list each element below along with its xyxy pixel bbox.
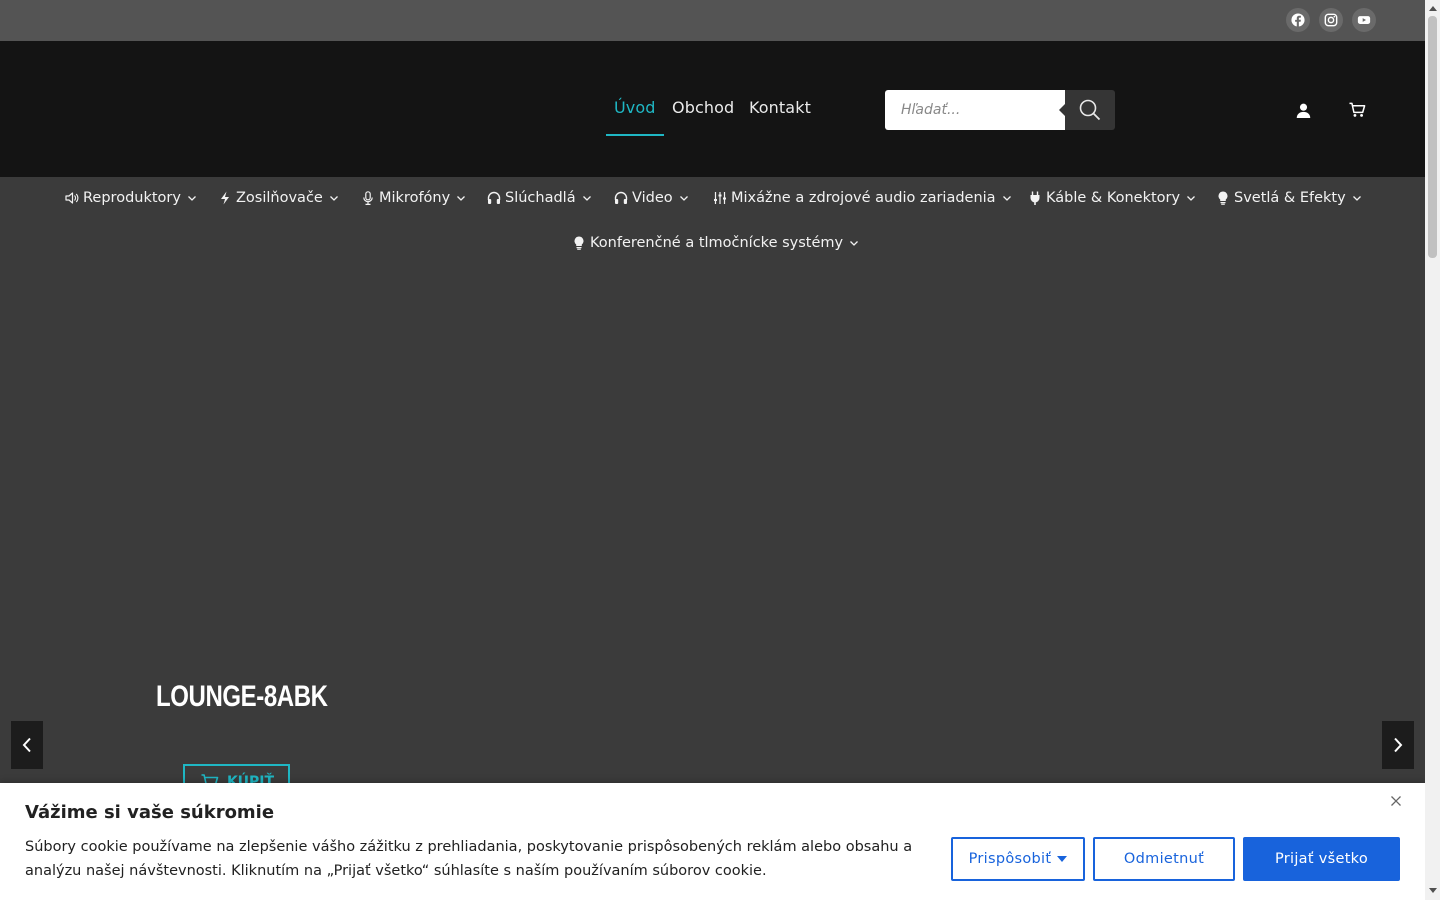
hero-title: LOUNGE-8ABK [156, 680, 328, 713]
category-nav: Reproduktory Zosilňovače Mikrofóny Slúch… [0, 177, 1425, 267]
category-label: Mixážne a zdrojové audio zariadenia [731, 190, 996, 206]
search-icon [1079, 99, 1101, 121]
category-headphones[interactable]: Slúchadlá [487, 190, 592, 206]
category-label: Svetlá & Efekty [1234, 190, 1346, 206]
scroll-up-icon[interactable] [1428, 3, 1437, 13]
microphone-icon [361, 191, 375, 205]
user-icon[interactable] [1293, 100, 1313, 120]
category-label: Reproduktory [83, 190, 181, 206]
slider-next-button[interactable] [1382, 721, 1414, 769]
headphones-icon [487, 191, 501, 205]
facebook-icon[interactable] [1286, 8, 1310, 32]
headphones-icon [614, 191, 628, 205]
bolt-icon [218, 191, 232, 205]
caret-down-icon [1057, 856, 1068, 862]
category-video[interactable]: Video [614, 190, 689, 206]
scroll-down-icon[interactable] [1428, 886, 1437, 896]
chevron-down-icon [1352, 193, 1362, 203]
nav-home[interactable]: Úvod [614, 98, 656, 117]
category-mixers[interactable]: Mixážne a zdrojové audio zariadenia [713, 190, 1012, 206]
customize-button[interactable]: Prispôsobiť [951, 837, 1085, 881]
category-speakers[interactable]: Reproduktory [65, 190, 197, 206]
category-label: Video [632, 190, 673, 206]
chevron-right-icon [1394, 737, 1403, 753]
chevron-down-icon [456, 193, 466, 203]
plug-icon [1028, 191, 1042, 205]
reject-button[interactable]: Odmietnuť [1093, 837, 1235, 881]
cookie-text: Súbory cookie používame na zlepšenie váš… [25, 839, 913, 879]
lightbulb-icon [572, 236, 586, 250]
cookie-title: Vážime si vaše súkromie [25, 802, 275, 823]
active-nav-underline [606, 134, 664, 136]
nav-shop[interactable]: Obchod [672, 98, 734, 117]
speaker-icon [65, 191, 79, 205]
sliders-icon [713, 191, 727, 205]
chevron-down-icon [329, 193, 339, 203]
search-button[interactable] [1059, 90, 1115, 130]
chevron-down-icon [187, 193, 197, 203]
slider-prev-button[interactable] [11, 721, 43, 769]
category-label: Káble & Konektory [1046, 190, 1181, 206]
lightbulb-icon [1216, 191, 1230, 205]
youtube-icon[interactable] [1352, 8, 1376, 32]
chevron-down-icon [849, 238, 859, 248]
category-label: Konferenčné a tlmočnícke systémy [590, 235, 844, 251]
page-scrollbar[interactable] [1425, 0, 1440, 900]
top-bar [0, 0, 1425, 41]
accept-all-button[interactable]: Prijať všetko [1243, 837, 1400, 881]
category-cables[interactable]: Káble & Konektory [1028, 190, 1196, 206]
category-lights[interactable]: Svetlá & Efekty [1216, 190, 1362, 206]
category-amplifiers[interactable]: Zosilňovače [218, 190, 339, 206]
cookie-banner: Vážime si vaše súkromie Súbory cookie po… [0, 783, 1425, 900]
instagram-icon[interactable] [1319, 8, 1343, 32]
search-input[interactable] [885, 90, 1065, 130]
scroll-thumb[interactable] [1428, 16, 1437, 258]
category-label: Slúchadlá [505, 190, 576, 206]
close-icon[interactable] [1389, 793, 1403, 807]
category-conference[interactable]: Konferenčné a tlmočnícke systémy [572, 235, 859, 251]
chevron-left-icon [22, 737, 31, 753]
chevron-down-icon [582, 193, 592, 203]
cart-icon[interactable] [1347, 100, 1367, 120]
category-label: Mikrofóny [379, 190, 451, 206]
search-form [885, 90, 1115, 130]
chevron-down-icon [1002, 193, 1012, 203]
chevron-down-icon [679, 193, 689, 203]
category-label: Zosilňovače [236, 190, 323, 206]
nav-contact[interactable]: Kontakt [749, 98, 811, 117]
chevron-down-icon [1186, 193, 1196, 203]
customize-button-label: Prispôsobiť [968, 851, 1052, 867]
category-microphones[interactable]: Mikrofóny [361, 190, 466, 206]
site-header: Úvod Obchod Kontakt [0, 41, 1425, 177]
